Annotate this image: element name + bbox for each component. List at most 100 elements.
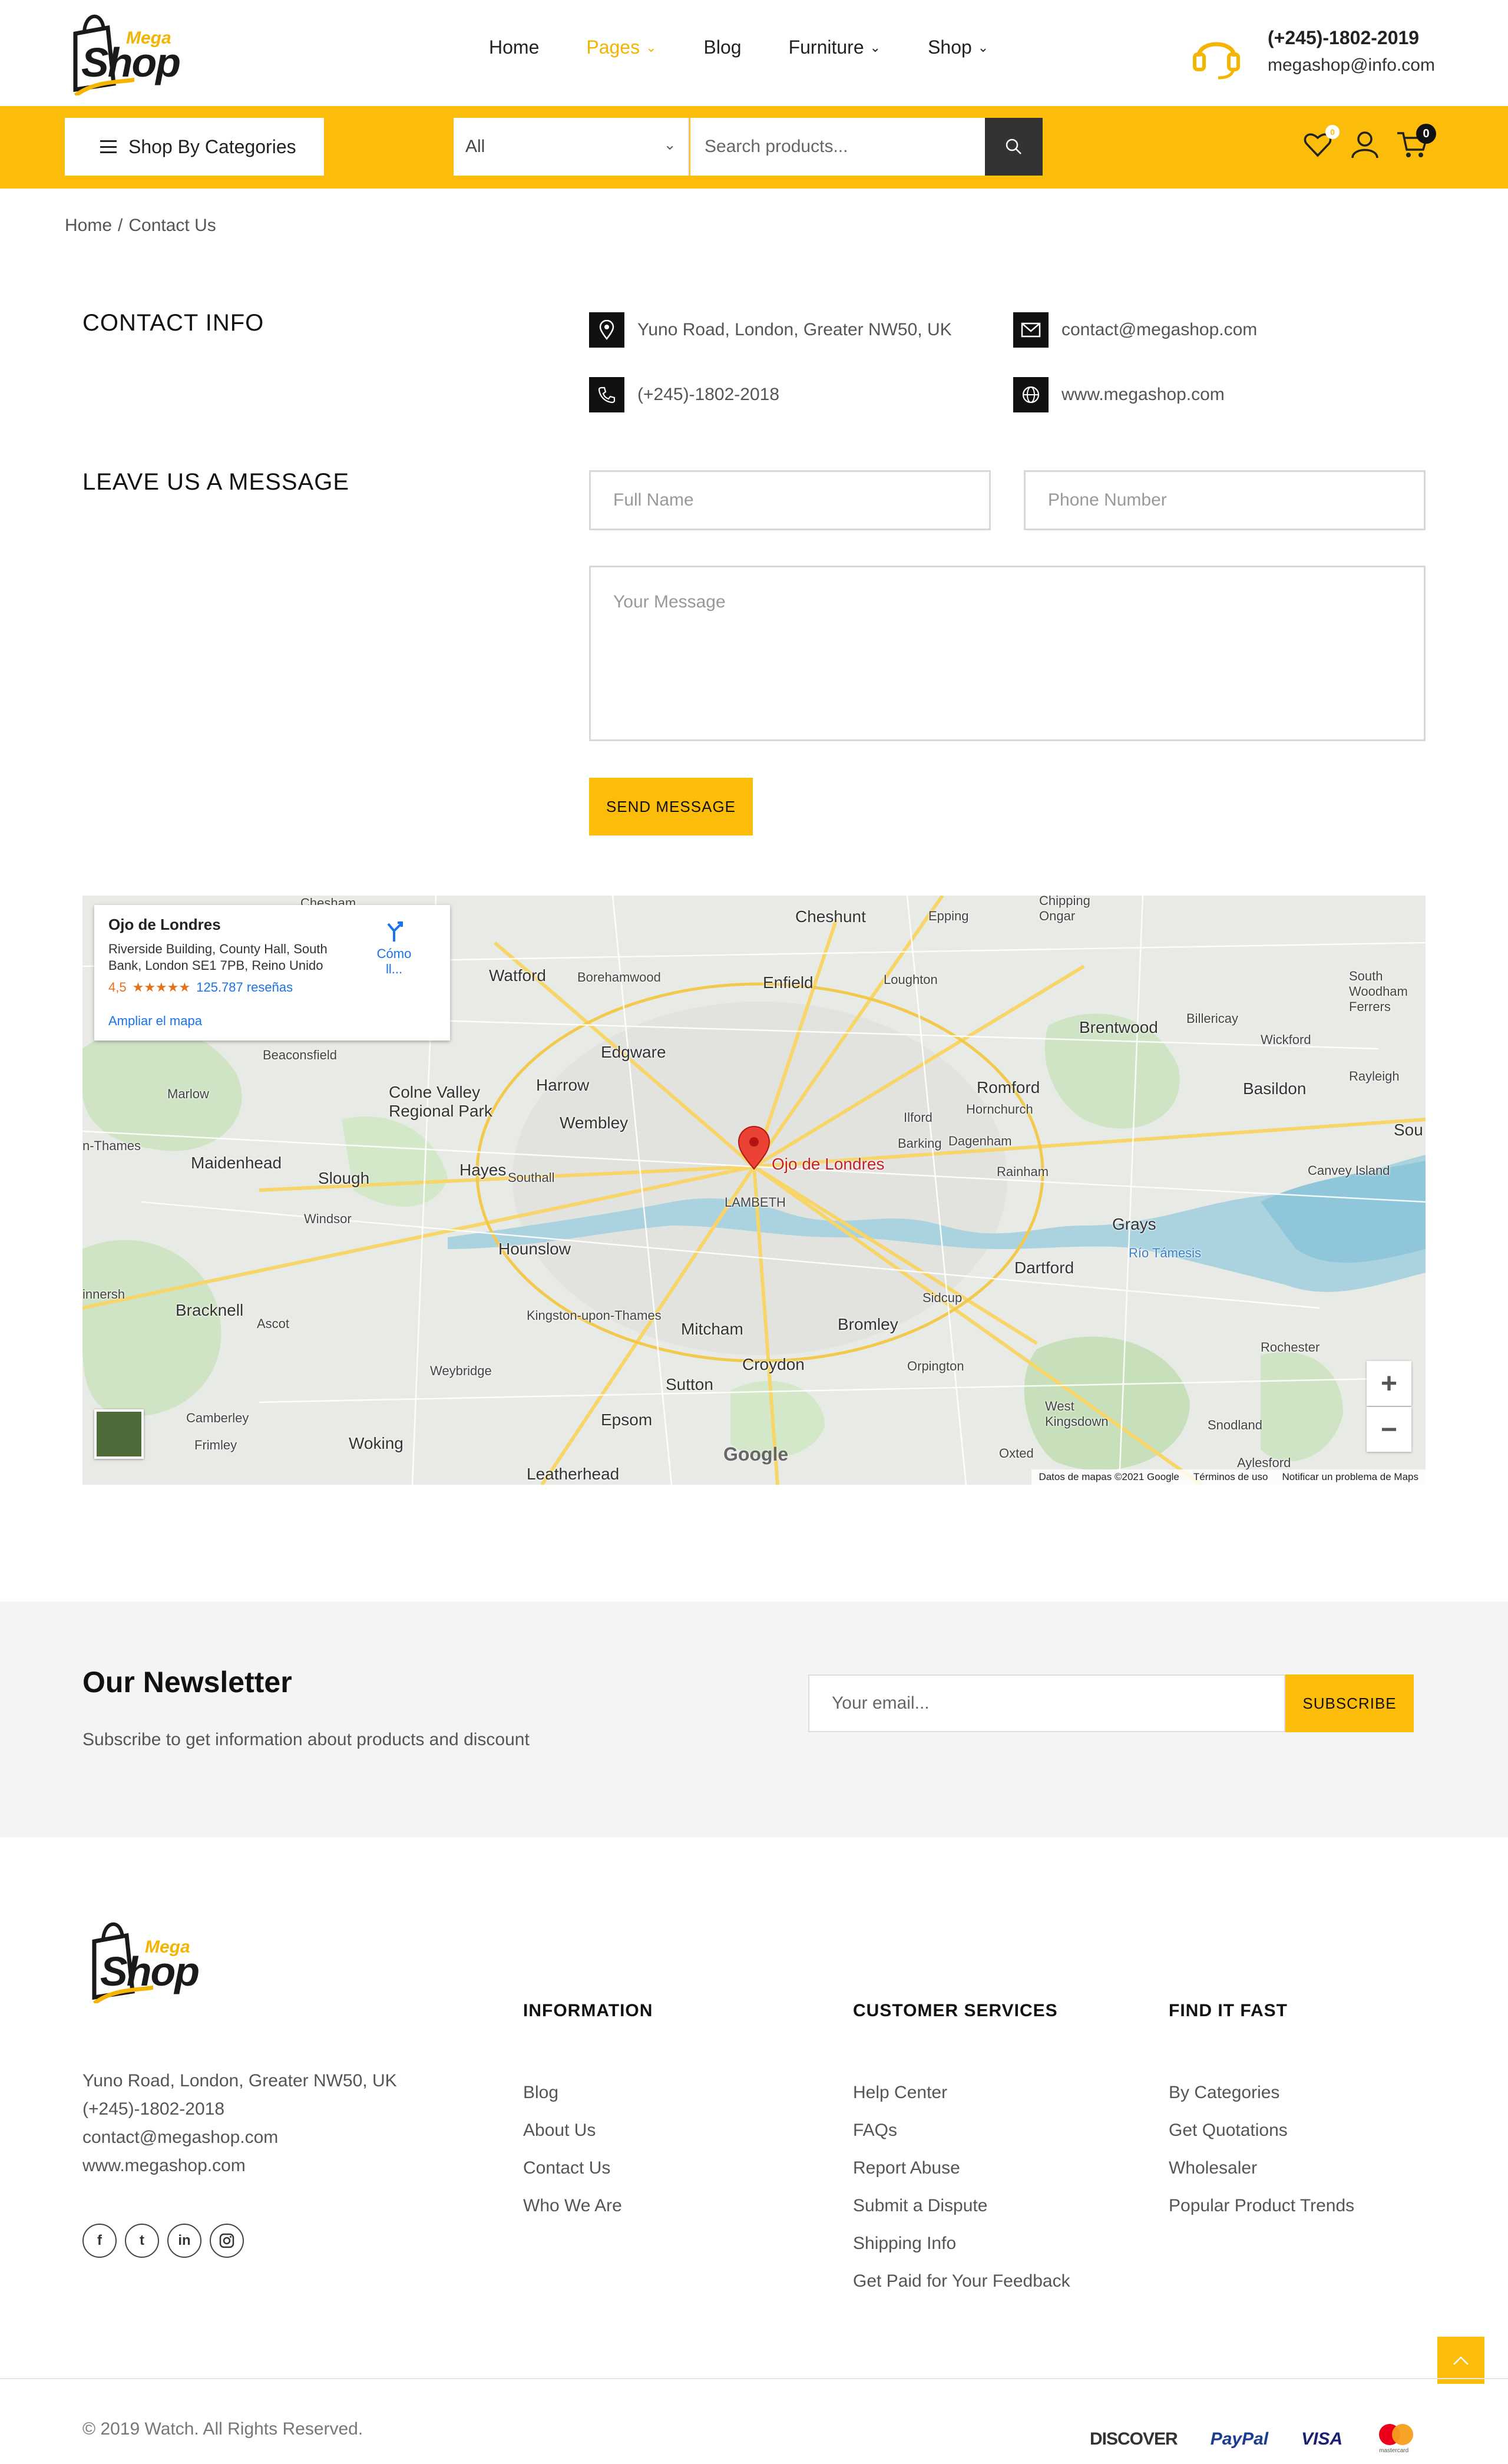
contact-email-text[interactable]: contact@megashop.com: [1061, 320, 1257, 340]
newsletter-title: Our Newsletter: [82, 1666, 292, 1699]
contact-website: www.megashop.com: [1013, 377, 1225, 412]
footer-link[interactable]: Who We Are: [523, 2187, 622, 2225]
contact-info-title: CONTACT INFO: [82, 310, 264, 336]
search-button[interactable]: [985, 118, 1043, 176]
send-message-button[interactable]: SEND MESSAGE: [589, 778, 753, 835]
footer-divider: [0, 2378, 1508, 2379]
footer-logo[interactable]: Mega Shop: [82, 1915, 200, 2009]
footer-link[interactable]: Get Quotations: [1169, 2112, 1354, 2149]
shop-by-categories-button[interactable]: Shop By Categories: [65, 118, 324, 176]
nav-furniture-label: Furniture: [788, 37, 864, 58]
user-icon: [1351, 131, 1378, 158]
nav-blog[interactable]: Blog: [704, 37, 742, 58]
subscribe-button[interactable]: SUBSCRIBE: [1285, 1674, 1414, 1732]
back-to-top-button[interactable]: [1437, 2337, 1484, 2384]
leave-message-title: LEAVE US A MESSAGE: [82, 469, 349, 495]
enlarge-map-link[interactable]: Ampliar el mapa: [108, 1013, 202, 1029]
site-header: Mega Shop Home Pages ⌄ Blog Furniture ⌄ Sh…: [0, 0, 1508, 106]
linkedin-icon[interactable]: in: [167, 2224, 201, 2258]
location-pin-icon: [589, 312, 624, 348]
footer-link[interactable]: Help Center: [853, 2074, 1070, 2112]
breadcrumb-current: Contact Us: [128, 216, 216, 235]
footer-link[interactable]: Submit a Dispute: [853, 2187, 1070, 2225]
phone-number-field[interactable]: [1024, 470, 1426, 530]
twitter-icon[interactable]: t: [125, 2224, 159, 2258]
nav-pages[interactable]: Pages ⌄: [586, 37, 656, 58]
zoom-in-button[interactable]: +: [1367, 1361, 1411, 1406]
categories-label: Shop By Categories: [128, 136, 296, 157]
message-field[interactable]: [589, 566, 1426, 741]
facebook-icon[interactable]: f: [82, 2224, 117, 2258]
breadcrumb-home[interactable]: Home: [65, 216, 112, 235]
chevron-down-icon: ⌄: [977, 39, 989, 55]
footer-address: Yuno Road, London, Greater NW50, UK: [82, 2071, 397, 2090]
instagram-icon[interactable]: [210, 2224, 244, 2258]
map-terms-link[interactable]: Términos de uso: [1193, 1471, 1268, 1483]
newsletter-email-input[interactable]: [808, 1674, 1285, 1732]
footer-email[interactable]: contact@megashop.com: [82, 2123, 397, 2152]
search-icon: [1006, 138, 1021, 154]
footer-link[interactable]: Shipping Info: [853, 2225, 1070, 2262]
map-attribution: Datos de mapas ©2021 Google Términos de …: [1031, 1469, 1426, 1485]
nav-home[interactable]: Home: [489, 37, 539, 58]
directions-label: Cómo ll...: [376, 946, 412, 976]
reviews-link[interactable]: 125.787 reseñas: [196, 980, 293, 995]
globe-icon: [1013, 377, 1049, 412]
nav-shop[interactable]: Shop ⌄: [928, 37, 988, 58]
paypal-logo: PayPal: [1210, 2429, 1269, 2449]
rating-stars: ★★★★★: [132, 980, 191, 995]
contact-website-text[interactable]: www.megashop.com: [1061, 385, 1225, 405]
menu-icon: [100, 140, 117, 153]
header-actions: 0 0: [1302, 124, 1436, 160]
header-email[interactable]: megashop@info.com: [1268, 55, 1435, 75]
payment-methods: DISCOVER PayPal VISA mastercard: [1090, 2422, 1417, 2457]
main-navigation: Home Pages ⌄ Blog Furniture ⌄ Shop ⌄: [489, 37, 1036, 58]
breadcrumb: Home / Contact Us: [65, 216, 216, 236]
footer-link[interactable]: About Us: [523, 2112, 622, 2149]
footer-link[interactable]: Get Paid for Your Feedback: [853, 2262, 1070, 2300]
chevron-down-icon: ⌄: [869, 39, 881, 55]
nav-furniture[interactable]: Furniture ⌄: [789, 37, 881, 58]
breadcrumb-separator: /: [118, 216, 123, 235]
wishlist-button[interactable]: 0: [1302, 125, 1340, 160]
footer-link[interactable]: Wholesaler: [1169, 2149, 1354, 2187]
google-map[interactable]: Watford Cheshunt Enfield Borehamwood Lou…: [82, 896, 1426, 1485]
rating-value: 4,5: [108, 980, 127, 995]
header-phone[interactable]: (+245)-1802-2019: [1268, 27, 1419, 49]
footer-customer-services-links: Help Center FAQs Report Abuse Submit a D…: [853, 2074, 1070, 2300]
directions-icon: [387, 921, 403, 942]
footer-link[interactable]: By Categories: [1169, 2074, 1354, 2112]
footer-link[interactable]: Blog: [523, 2074, 622, 2112]
directions-button[interactable]: Cómo ll...: [368, 919, 421, 977]
footer-link[interactable]: Report Abuse: [853, 2149, 1070, 2187]
search-input[interactable]: [690, 118, 985, 176]
newsletter-subtitle: Subscribe to get information about produ…: [82, 1730, 530, 1749]
satellite-toggle[interactable]: [94, 1409, 144, 1459]
contact-email: contact@megashop.com: [1013, 312, 1257, 348]
chevron-up-icon: [1453, 2356, 1469, 2365]
footer-logo-shop: Shop: [100, 1948, 200, 1994]
contact-phone-text[interactable]: (+245)-1802-2018: [637, 385, 779, 405]
map-marker-label[interactable]: Ojo de Londres: [772, 1155, 884, 1174]
footer-link[interactable]: FAQs: [853, 2112, 1070, 2149]
newsletter-section: Our Newsletter Subscribe to get informat…: [0, 1601, 1508, 1837]
footer-phone[interactable]: (+245)-1802-2018: [82, 2095, 397, 2123]
cart-button[interactable]: 0: [1396, 124, 1436, 160]
category-select[interactable]: All ⌄: [454, 118, 689, 176]
map-report-link[interactable]: Notificar un problema de Maps: [1282, 1471, 1418, 1483]
footer-website[interactable]: www.megashop.com: [82, 2152, 397, 2180]
phone-icon: [589, 377, 624, 412]
site-logo[interactable]: Mega Shop: [64, 7, 181, 101]
footer-find-it-fast-title: FIND IT FAST: [1169, 2001, 1288, 2020]
footer-information-links: Blog About Us Contact Us Who We Are: [523, 2074, 622, 2225]
wishlist-count: 0: [1325, 125, 1340, 139]
chevron-down-icon: ⌄: [646, 39, 657, 55]
zoom-out-button[interactable]: −: [1367, 1407, 1411, 1452]
footer-link[interactable]: Popular Product Trends: [1169, 2187, 1354, 2225]
social-links: f t in: [82, 2224, 244, 2258]
account-button[interactable]: [1349, 128, 1381, 160]
full-name-field[interactable]: [589, 470, 991, 530]
footer-link[interactable]: Contact Us: [523, 2149, 622, 2187]
cart-count: 0: [1416, 124, 1436, 144]
footer-find-it-fast-links: By Categories Get Quotations Wholesaler …: [1169, 2074, 1354, 2225]
